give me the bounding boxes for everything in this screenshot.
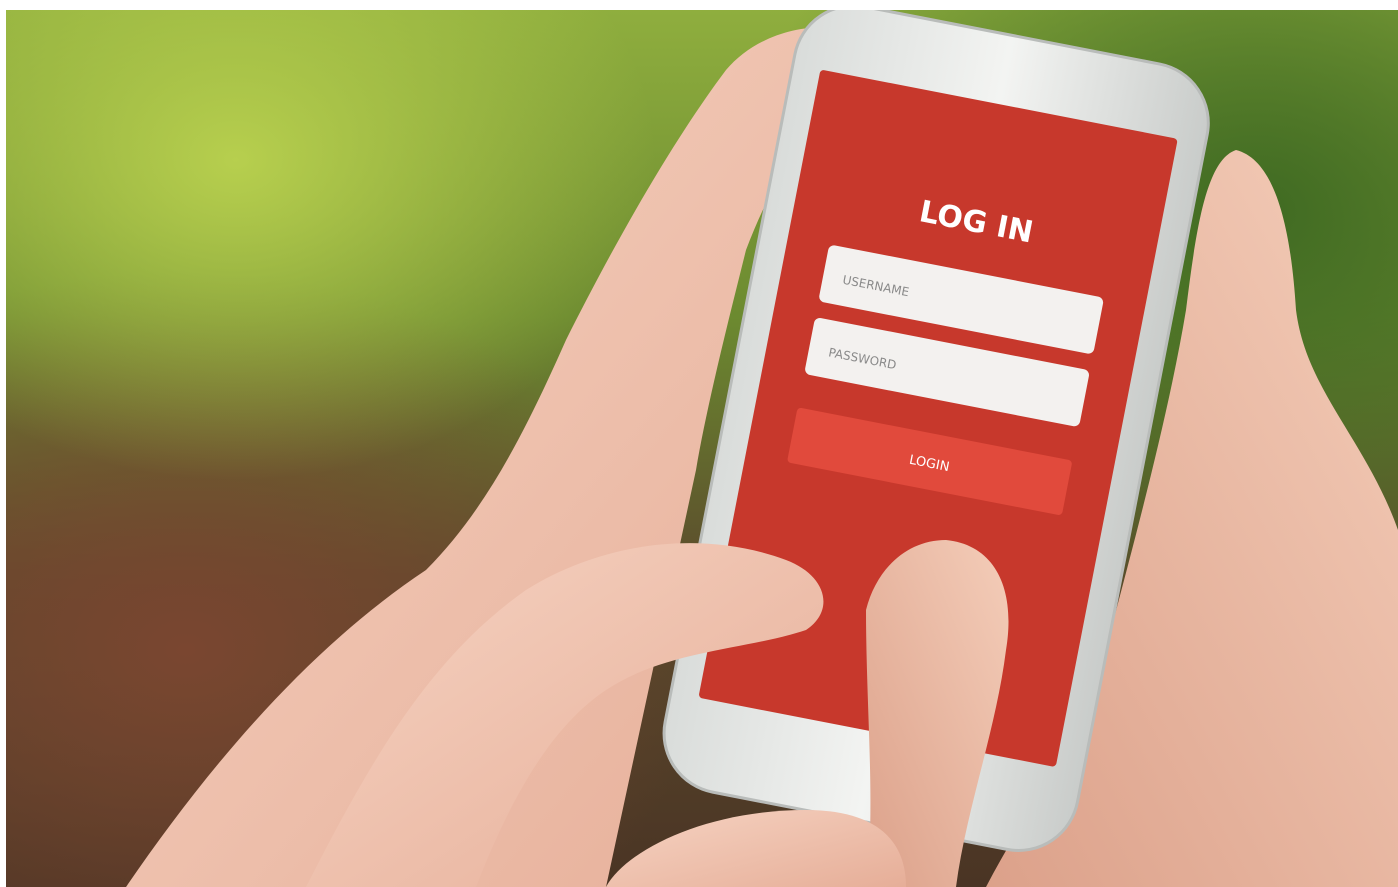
hands-holding-phone-scene: LOG IN USERNAME PASSWORD LOGIN bbox=[126, 10, 1398, 887]
right-fingers bbox=[606, 810, 906, 887]
background-photo: LOG IN USERNAME PASSWORD LOGIN bbox=[6, 10, 1398, 887]
